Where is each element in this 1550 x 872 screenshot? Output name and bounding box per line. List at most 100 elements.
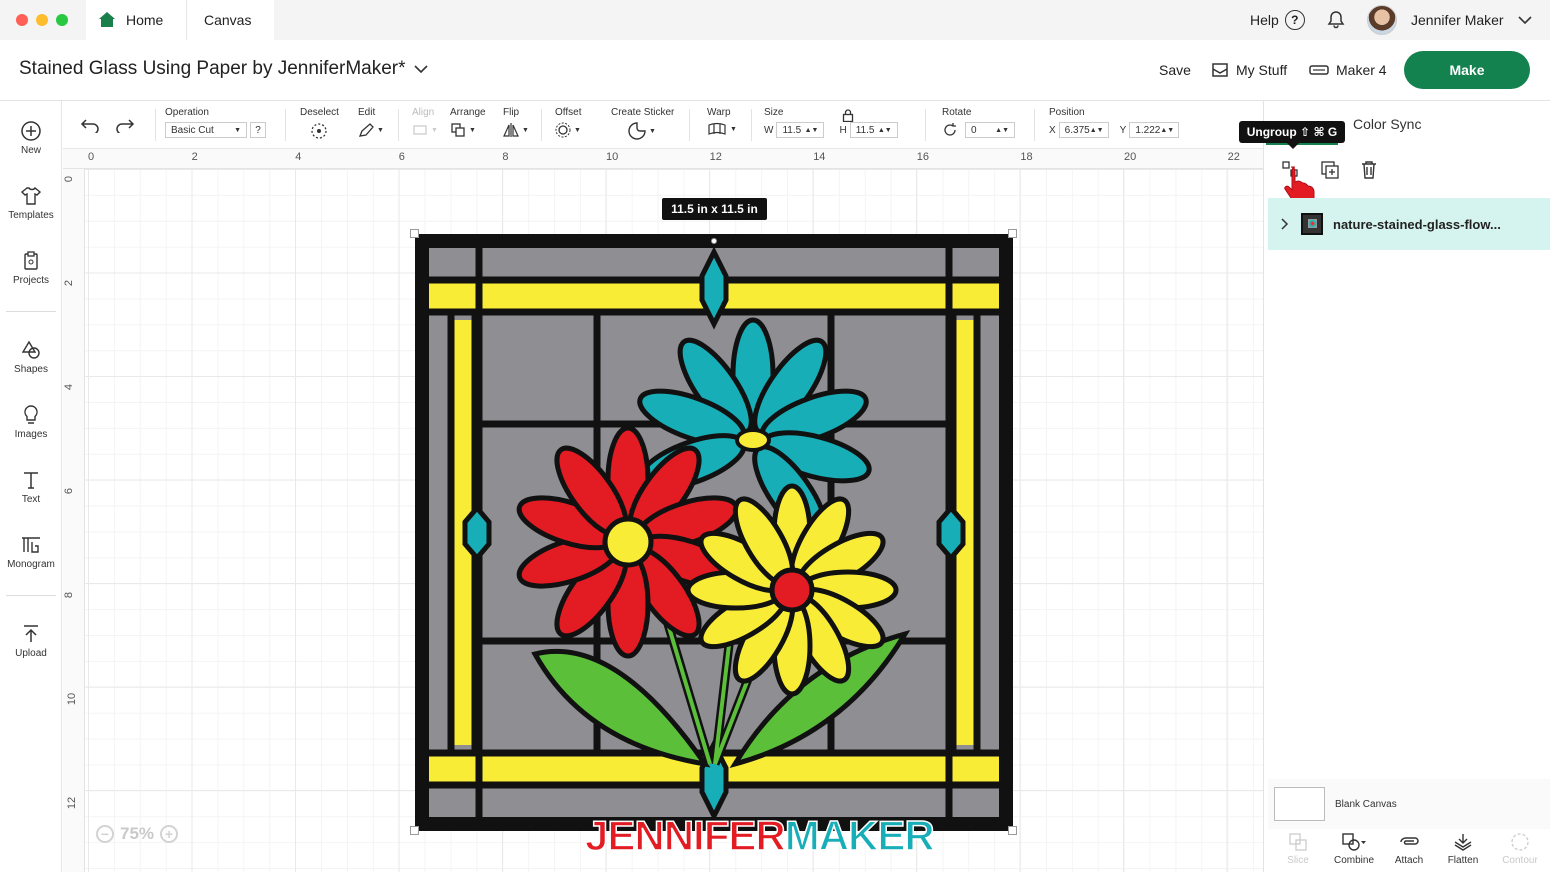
trash-icon[interactable] <box>1360 160 1378 180</box>
deselect-button[interactable]: Deselect <box>300 107 339 143</box>
edit-dropdown[interactable]: Edit ▼ <box>358 107 384 138</box>
sidebar-divider <box>6 311 56 312</box>
width-input[interactable]: 11.5 ▲▼ <box>776 122 825 138</box>
sidebar-item-text[interactable]: Text <box>0 469 62 505</box>
combine-button[interactable]: Combine <box>1328 832 1380 866</box>
resize-handle-bottom-right[interactable] <box>1008 826 1017 835</box>
sidebar-item-templates[interactable]: Templates <box>0 185 62 221</box>
sidebar-item-upload[interactable]: Upload <box>0 623 62 659</box>
maximize-window-button[interactable] <box>56 14 68 26</box>
machine-icon <box>1309 65 1329 75</box>
redo-icon[interactable] <box>115 117 135 133</box>
offset-dropdown[interactable]: Offset ▼ <box>555 107 582 138</box>
zoom-in-button[interactable]: + <box>160 825 179 843</box>
flip-dropdown[interactable]: Flip ▼ <box>503 107 529 138</box>
help-button[interactable]: Help ? <box>1250 0 1305 40</box>
zoom-control: − 75% + <box>96 822 179 846</box>
y-label: Y <box>1119 124 1127 136</box>
tab-home[interactable]: Home <box>86 0 186 40</box>
question-icon: ? <box>1284 10 1305 30</box>
contour-button[interactable]: Contour <box>1494 832 1546 866</box>
stained-glass-design[interactable] <box>415 234 1013 831</box>
attach-label: Attach <box>1394 855 1424 866</box>
sidebar-item-label: New <box>20 145 41 156</box>
width-value: 11.5 <box>782 124 802 136</box>
rotate-input[interactable]: 0 ▲▼ <box>965 122 1015 138</box>
watermark-maker: MAKER <box>784 811 936 860</box>
sidebar-item-images[interactable]: Images <box>0 404 62 440</box>
toolbar-divider <box>155 109 156 141</box>
resize-handle-top-left[interactable] <box>410 229 419 238</box>
y-input[interactable]: 1.222 ▲▼ <box>1129 122 1180 138</box>
height-label: H <box>839 124 847 136</box>
shapes-icon <box>21 340 40 359</box>
caret-down-icon: ▼ <box>431 126 438 134</box>
lightbulb-icon <box>24 405 38 424</box>
size-indicator: 11.5 in x 11.5 in <box>662 198 767 220</box>
monogram-icon <box>22 537 40 553</box>
zoom-out-button[interactable]: − <box>96 825 114 843</box>
ruler-tick-label: 10 <box>66 692 79 706</box>
left-sidebar: New Templates Projects Shapes Images Tex… <box>0 101 62 872</box>
operation-select[interactable]: Basic Cut ▼ <box>165 122 247 138</box>
blank-canvas-row[interactable]: Blank Canvas <box>1268 779 1550 829</box>
machine-button[interactable]: Maker 4 <box>1309 62 1387 78</box>
edit-label: Edit <box>358 107 376 118</box>
caret-down-icon: ▼ <box>522 126 529 134</box>
warp-dropdown[interactable]: Warp ▼ <box>707 107 737 136</box>
resize-handle-bottom-left[interactable] <box>410 826 419 835</box>
flip-icon <box>503 123 519 137</box>
user-name: Jennifer Maker <box>1411 12 1504 28</box>
make-button[interactable]: Make <box>1404 51 1530 89</box>
sidebar-item-shapes[interactable]: Shapes <box>0 339 62 375</box>
create-sticker-label: Create Sticker <box>611 107 675 118</box>
bell-icon <box>1327 11 1345 29</box>
ruler-tick-label: 6 <box>398 151 405 163</box>
operation-label: Operation <box>165 107 209 118</box>
tab-canvas[interactable]: Canvas <box>186 0 274 40</box>
my-stuff-button[interactable]: My Stuff <box>1211 62 1287 78</box>
lock-icon[interactable] <box>842 109 854 122</box>
ruler-tick-label: 8 <box>502 151 509 163</box>
save-button[interactable]: Save <box>1159 62 1191 78</box>
chevron-right-icon[interactable] <box>1280 218 1290 230</box>
arrange-dropdown[interactable]: Arrange ▼ <box>450 107 486 138</box>
sidebar-item-monogram[interactable]: Monogram <box>0 534 62 570</box>
sidebar-item-new[interactable]: New <box>0 120 62 156</box>
sticker-icon <box>628 122 646 140</box>
create-sticker-dropdown[interactable]: Create Sticker ▼ <box>611 107 674 140</box>
help-label: Help <box>1250 12 1279 28</box>
x-input[interactable]: 6.375 ▲▼ <box>1058 122 1109 138</box>
stepper-icon: ▲▼ <box>877 126 892 134</box>
notifications-button[interactable] <box>1326 0 1346 40</box>
resize-handle-top-right[interactable] <box>1008 229 1017 238</box>
rotate-label: Rotate <box>942 107 972 118</box>
duplicate-icon[interactable] <box>1320 160 1340 180</box>
rotate-handle[interactable] <box>711 238 717 244</box>
chevron-down-icon <box>1518 16 1532 25</box>
layer-name: nature-stained-glass-flow... <box>1333 216 1501 232</box>
flatten-button[interactable]: Flatten <box>1437 832 1489 866</box>
close-window-button[interactable] <box>16 14 28 26</box>
sidebar-item-projects[interactable]: Projects <box>0 250 62 286</box>
caret-down-icon: ▼ <box>574 126 581 134</box>
user-menu[interactable]: Jennifer Maker <box>1367 0 1532 40</box>
layer-item[interactable]: nature-stained-glass-flow... <box>1268 198 1550 250</box>
tab-color-sync[interactable]: Color Sync <box>1353 116 1421 132</box>
rotate-group: Rotate 0 ▲▼ <box>942 107 1015 138</box>
minimize-window-button[interactable] <box>36 14 48 26</box>
avatar <box>1367 5 1397 35</box>
caret-down-icon: ▼ <box>730 125 737 133</box>
slice-icon <box>1289 833 1307 851</box>
slice-button[interactable]: Slice <box>1272 832 1324 866</box>
flatten-label: Flatten <box>1447 855 1479 866</box>
save-label: Save <box>1159 62 1191 78</box>
height-input[interactable]: 11.5 ▲▼ <box>849 122 898 138</box>
project-title-dropdown[interactable]: Stained Glass Using Paper by JenniferMak… <box>19 58 428 80</box>
toolbar-divider <box>751 109 752 141</box>
undo-icon[interactable] <box>80 117 100 133</box>
ruler-vertical: 0 2 4 6 8 10 12 <box>63 169 85 872</box>
operation-help-button[interactable]: ? <box>250 122 266 138</box>
flatten-icon <box>1454 834 1472 851</box>
attach-button[interactable]: Attach <box>1383 832 1435 866</box>
